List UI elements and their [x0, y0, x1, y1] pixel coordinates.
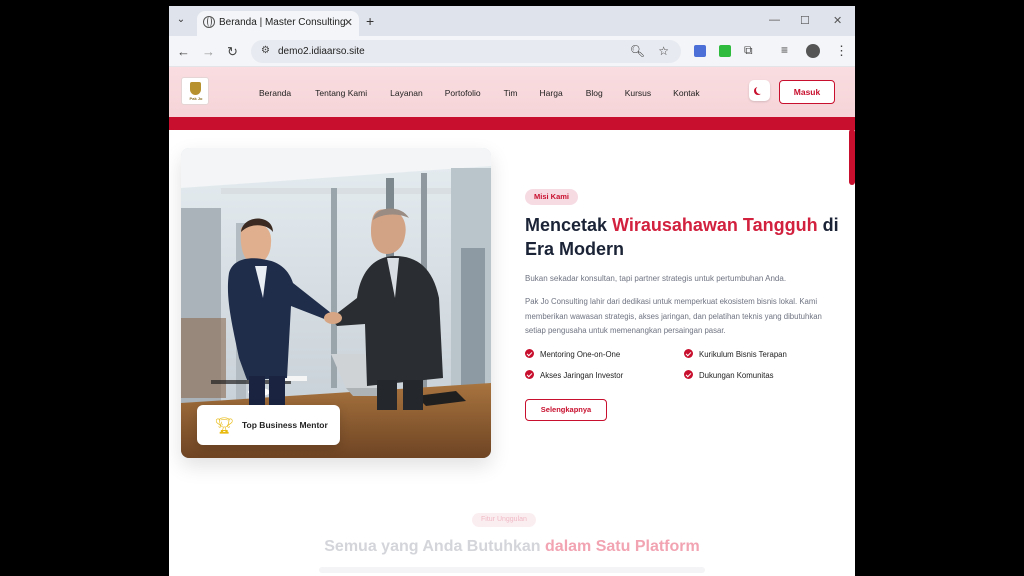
- profile-avatar-icon[interactable]: [806, 44, 820, 58]
- active-tab[interactable]: Beranda | Master Consulting ✕: [197, 11, 359, 36]
- site-navbar: Pak Jo Beranda Tentang Kami Layanan Port…: [169, 67, 855, 117]
- browser-toolbar: ← → ↻ ⚙ demo2.idiaarso.site 🔍︎ ☆ ⧉ ≡ ⋮: [169, 36, 855, 67]
- section-subtitle-faded: [319, 567, 705, 573]
- login-button[interactable]: Masuk: [779, 80, 835, 104]
- check-circle-icon: [684, 370, 693, 379]
- back-icon[interactable]: ←: [177, 44, 190, 59]
- hero-heading-part1: Mencetak: [525, 215, 613, 235]
- close-window-icon[interactable]: ✕: [833, 14, 842, 27]
- forward-icon[interactable]: →: [202, 44, 215, 59]
- menu-item-portofolio[interactable]: Portofolio: [445, 88, 481, 98]
- feature-item: Mentoring One-on-One: [525, 349, 620, 359]
- menu-item-kursus[interactable]: Kursus: [625, 88, 651, 98]
- menu-item-blog[interactable]: Blog: [586, 88, 603, 98]
- badge-label: Top Business Mentor: [242, 420, 328, 430]
- minimize-icon[interactable]: —: [769, 14, 780, 26]
- main-menu: Beranda Tentang Kami Layanan Portofolio …: [259, 88, 700, 98]
- check-circle-icon: [525, 349, 534, 358]
- trophy-icon: 🏆︎: [214, 418, 235, 435]
- reload-icon[interactable]: ↻: [227, 44, 238, 60]
- menu-item-tim[interactable]: Tim: [504, 88, 518, 98]
- menu-item-beranda[interactable]: Beranda: [259, 88, 291, 98]
- web-page: Pak Jo Beranda Tentang Kami Layanan Port…: [169, 67, 855, 576]
- media-controls-icon[interactable]: ≡: [781, 43, 788, 57]
- top-mentor-badge: 🏆︎ Top Business Mentor: [197, 405, 340, 445]
- feature-label: Akses Jaringan Investor: [540, 371, 624, 380]
- section-title-accent: dalam Satu Platform: [545, 538, 700, 555]
- page-scrollbar-thumb[interactable]: [849, 129, 855, 185]
- tab-search-chevron-icon[interactable]: ⌄: [173, 12, 189, 28]
- tab-close-icon[interactable]: ✕: [344, 16, 353, 29]
- menu-item-harga[interactable]: Harga: [540, 88, 563, 98]
- bookmark-star-icon[interactable]: ☆: [658, 44, 669, 58]
- section-title-part1: Semua yang Anda Butuhkan: [324, 538, 546, 555]
- learn-more-button[interactable]: Selengkapnya: [525, 399, 607, 421]
- tab-title: Beranda | Master Consulting: [219, 17, 346, 28]
- extension-green-icon[interactable]: [719, 45, 731, 57]
- feature-label: Dukungan Komunitas: [699, 371, 774, 380]
- new-tab-button[interactable]: +: [366, 13, 374, 29]
- extensions-puzzle-icon[interactable]: ⧉: [744, 43, 753, 58]
- check-circle-icon: [525, 370, 534, 379]
- section-pill: Fitur Unggulan: [472, 513, 536, 527]
- browser-menu-icon[interactable]: ⋮: [835, 43, 848, 59]
- hero-heading: Mencetak Wirausahawan Tangguh di Era Mod…: [525, 213, 845, 261]
- dark-mode-toggle-icon[interactable]: [749, 80, 770, 101]
- address-bar[interactable]: ⚙ demo2.idiaarso.site 🔍︎ ☆: [251, 40, 681, 63]
- feature-label: Mentoring One-on-One: [540, 350, 621, 359]
- maximize-icon[interactable]: ☐: [800, 14, 810, 27]
- hero-paragraph: Pak Jo Consulting lahir dari dedikasi un…: [525, 297, 822, 335]
- feature-item: Dukungan Komunitas: [684, 370, 774, 380]
- logo-shield-icon: [190, 82, 201, 95]
- feature-item: Kurikulum Bisnis Terapan: [684, 349, 787, 359]
- site-logo[interactable]: Pak Jo: [181, 77, 209, 105]
- site-info-icon[interactable]: ⚙: [261, 45, 270, 56]
- menu-item-kontak[interactable]: Kontak: [673, 88, 699, 98]
- browser-window: ⌄ Beranda | Master Consulting ✕ + — ☐ ✕ …: [169, 6, 855, 576]
- feature-item: Akses Jaringan Investor: [525, 370, 623, 380]
- menu-item-tentang-kami[interactable]: Tentang Kami: [315, 88, 367, 98]
- zoom-icon[interactable]: 🔍︎: [630, 44, 645, 58]
- hero-heading-accent: Wirausahawan Tangguh: [612, 215, 818, 235]
- check-circle-icon: [684, 349, 693, 358]
- url-text: demo2.idiaarso.site: [278, 46, 365, 57]
- section-title: Semua yang Anda Butuhkan dalam Satu Plat…: [169, 538, 855, 556]
- hero-lead: Bukan sekadar konsultan, tapi partner st…: [525, 274, 787, 283]
- mission-pill: Misi Kami: [525, 189, 579, 205]
- tab-strip: ⌄ Beranda | Master Consulting ✕ + — ☐ ✕: [169, 6, 855, 36]
- menu-item-layanan[interactable]: Layanan: [390, 88, 423, 98]
- feature-label: Kurikulum Bisnis Terapan: [699, 350, 787, 359]
- accent-bar: [169, 117, 855, 130]
- logo-wordmark: Pak Jo: [189, 96, 203, 101]
- globe-icon: [203, 16, 215, 28]
- extension-docs-icon[interactable]: [694, 45, 706, 57]
